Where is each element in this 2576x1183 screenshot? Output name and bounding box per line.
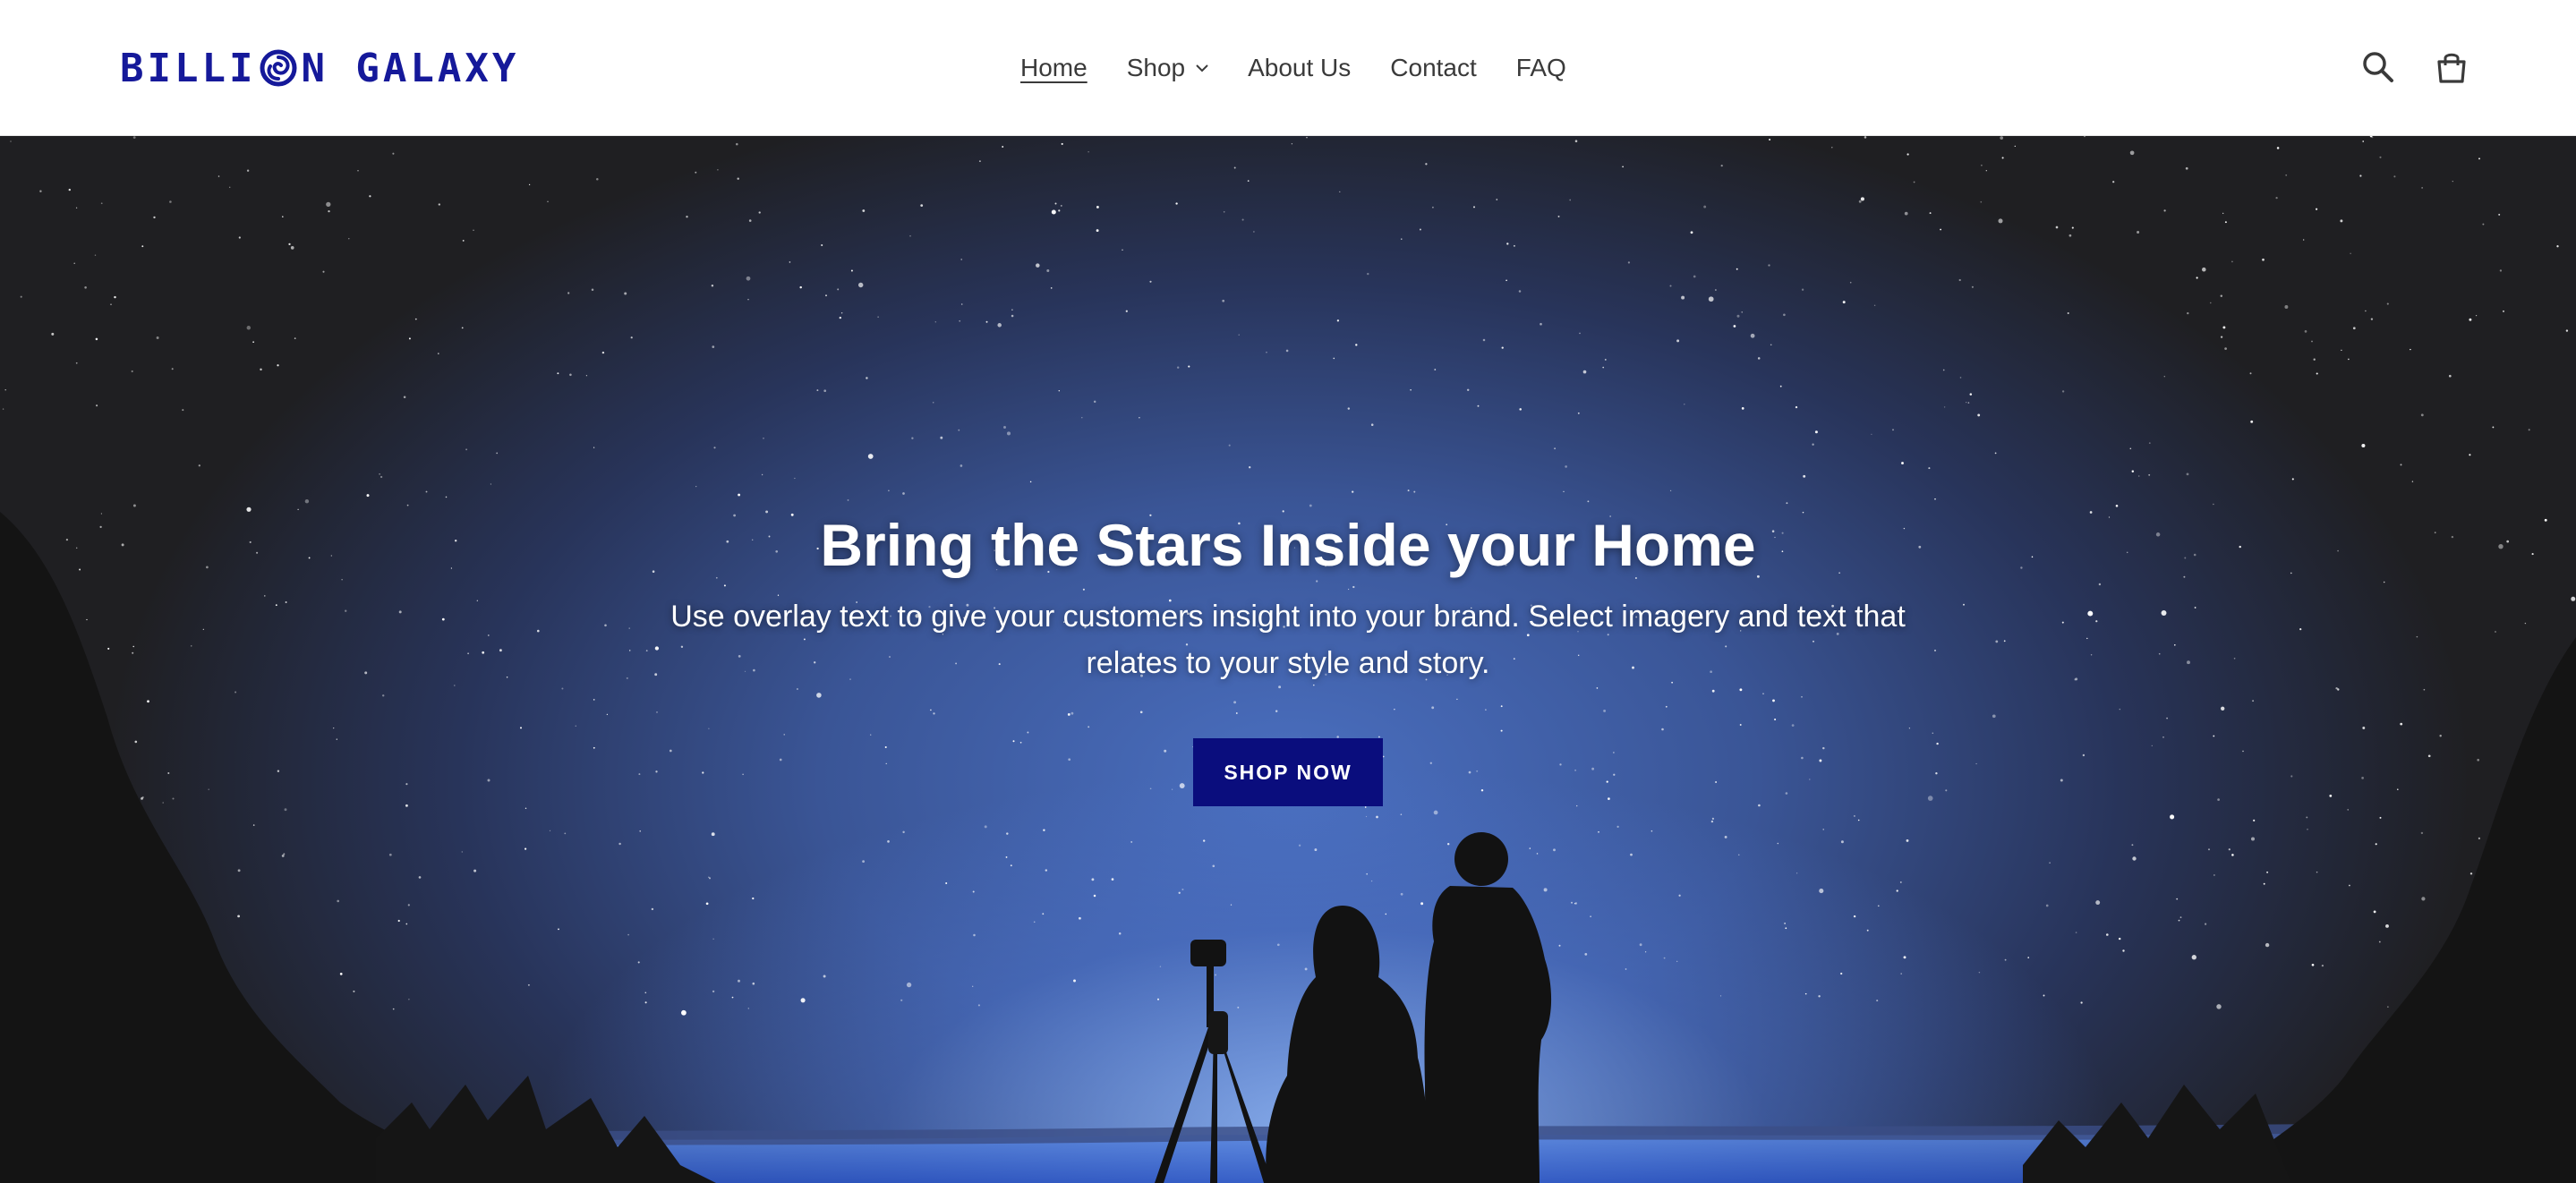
logo-text-end: N GALAXY (301, 45, 520, 91)
nav-item-shop-label: Shop (1126, 54, 1186, 81)
logo-text-start: BILLI (120, 45, 257, 91)
nav-item-shop[interactable]: Shop (1127, 54, 1208, 82)
search-icon[interactable] (2358, 47, 2399, 88)
nav-item-faq[interactable]: FAQ (1516, 54, 1566, 82)
main-nav: Home Shop About Us Contact FAQ (1020, 50, 1566, 86)
nav-item-home[interactable]: Home (1020, 54, 1088, 82)
header-icons (2358, 47, 2472, 88)
nav-item-about-us[interactable]: About Us (1248, 54, 1351, 82)
brand-logo[interactable]: BILLI N GALAXY (120, 45, 519, 91)
site-header: BILLI N GALAXY Home Shop About Us Contac… (0, 0, 2576, 136)
cart-icon[interactable] (2431, 47, 2472, 88)
hero-title: Bring the Stars Inside your Home (820, 512, 1756, 578)
hero-subtitle: Use overlay text to give your customers … (670, 600, 1906, 681)
nav-item-contact[interactable]: Contact (1390, 54, 1477, 82)
hero-banner: Bring the Stars Inside your Home Use ove… (0, 136, 2576, 1183)
chevron-down-icon (1196, 64, 1208, 72)
shop-now-button[interactable]: Shop now (1193, 738, 1383, 807)
galaxy-swirl-icon (260, 49, 297, 87)
hero-content: Bring the Stars Inside your Home Use ove… (627, 510, 1949, 807)
